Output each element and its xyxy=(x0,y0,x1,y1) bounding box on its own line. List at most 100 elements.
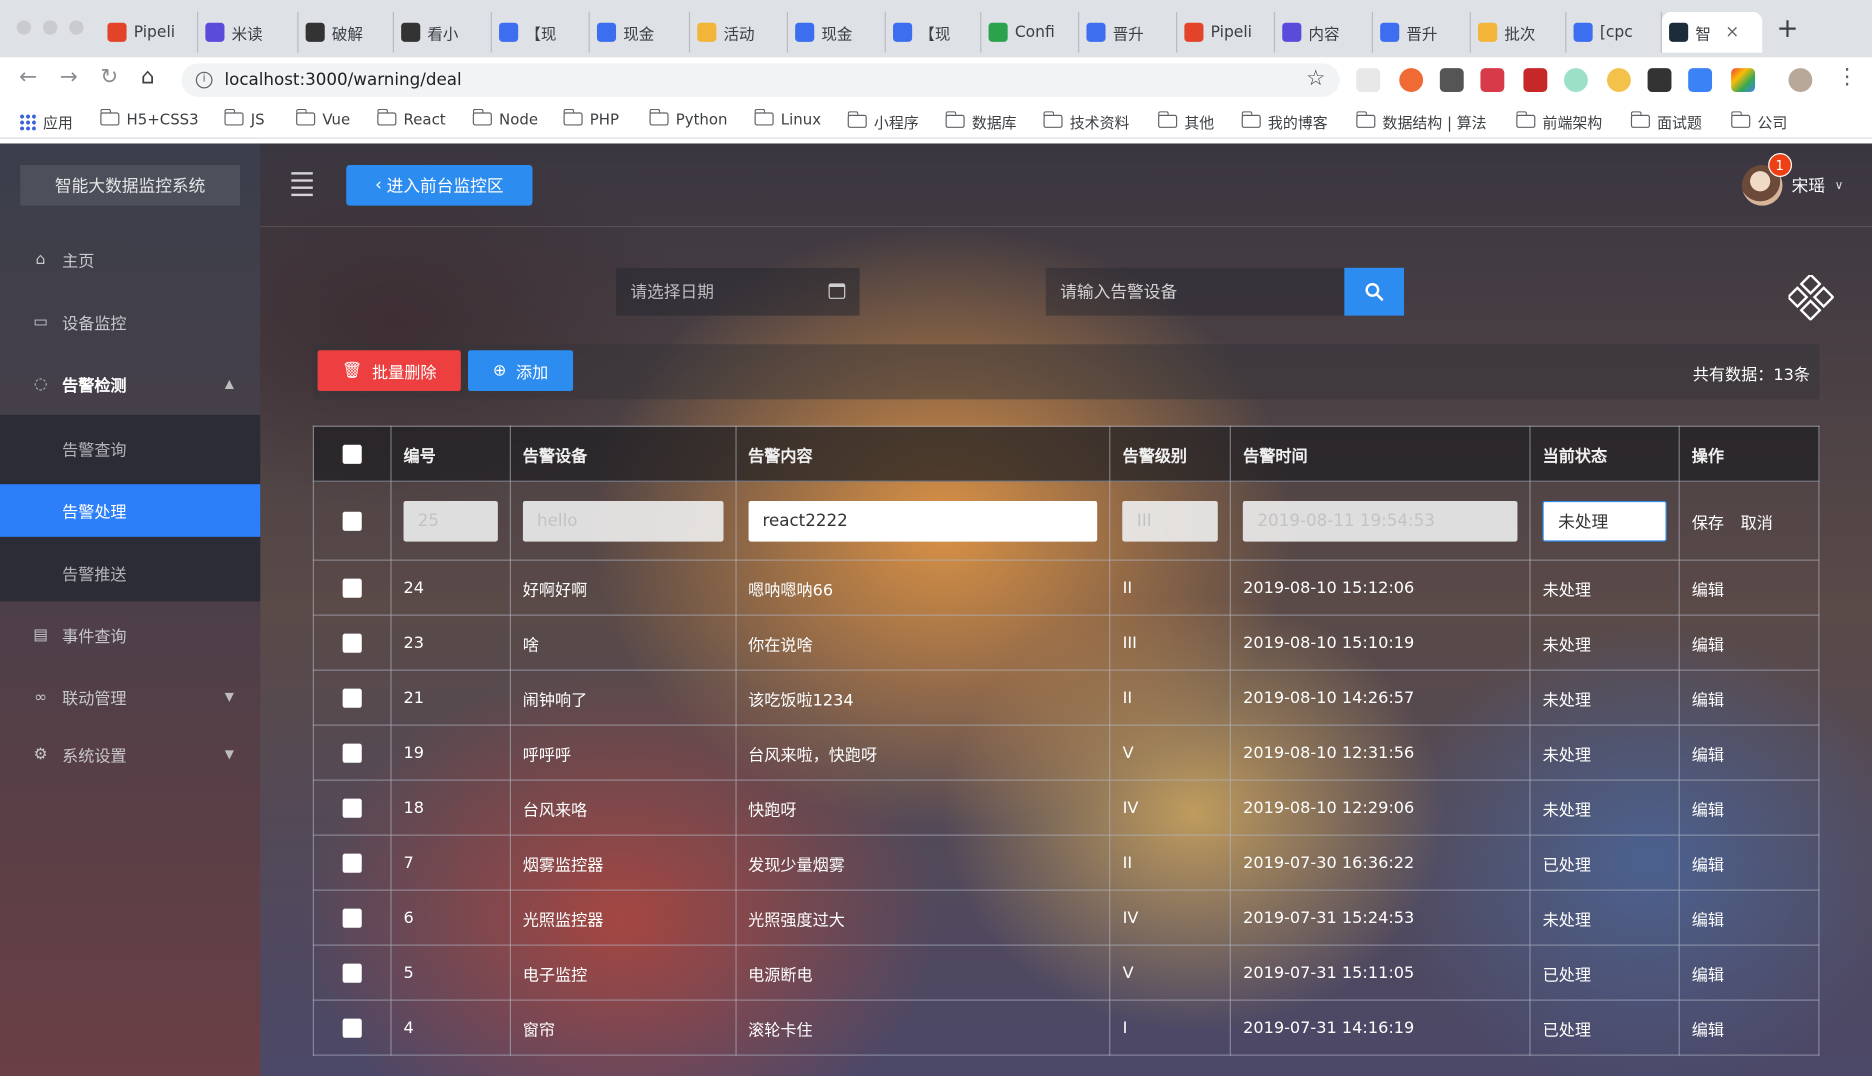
sidebar-item-device-monitor[interactable]: ▭ 设备监控 xyxy=(0,298,260,346)
bookmark-folder[interactable]: 前端架构 xyxy=(1515,110,1602,133)
browser-tab[interactable]: Pipeli xyxy=(1177,11,1276,53)
address-bar[interactable]: i localhost:3000/warning/deal xyxy=(181,63,1340,97)
browser-tab[interactable]: 现金 xyxy=(590,11,691,53)
home-page-icon[interactable]: ⌂ xyxy=(141,65,155,90)
menu-toggle-icon[interactable] xyxy=(291,172,313,197)
browser-tab[interactable]: 内容 xyxy=(1275,11,1373,53)
extension-icon[interactable] xyxy=(1356,68,1381,93)
avatar[interactable]: 1 xyxy=(1741,153,1792,206)
edit-link[interactable]: 编辑 xyxy=(1692,1020,1724,1039)
bookmark-folder[interactable]: 数据库 xyxy=(944,110,1017,133)
profile-avatar-icon[interactable] xyxy=(1788,68,1813,93)
new-tab-button[interactable]: + xyxy=(1777,14,1799,44)
enter-front-monitor-button[interactable]: ‹ 进入前台监控区 xyxy=(346,164,533,206)
bookmark-folder[interactable]: 其他 xyxy=(1157,110,1214,133)
bookmark-folder[interactable]: 技术资料 xyxy=(1042,110,1129,133)
sidebar-subitem-alarm-handle[interactable]: 告警处理 xyxy=(0,484,261,537)
device-search-input[interactable]: 请输入告警设备 xyxy=(1045,267,1345,316)
browser-tab[interactable]: Pipeli xyxy=(100,11,199,53)
edit-link[interactable]: 编辑 xyxy=(1692,910,1724,929)
row-checkbox[interactable] xyxy=(342,688,362,708)
sidebar-subitem-alarm-push[interactable]: 告警推送 xyxy=(0,546,260,599)
close-tab-icon[interactable]: × xyxy=(1725,23,1739,42)
extension-icon[interactable] xyxy=(1564,68,1588,93)
browser-tab[interactable]: [cpc xyxy=(1566,11,1662,53)
bookmark-folder[interactable]: H5+CSS3 xyxy=(99,108,199,128)
bookmark-folder[interactable]: React xyxy=(376,108,446,128)
browser-tab[interactable]: 【现 xyxy=(492,11,590,53)
browser-tab[interactable]: 看小 xyxy=(394,11,492,53)
sidebar-item-linkage[interactable]: ∞ 联动管理 ▼ xyxy=(0,673,260,721)
bookmark-folder[interactable]: 我的博客 xyxy=(1241,110,1328,133)
sidebar-item-alarm-detection[interactable]: ◌ 告警检测 ▲ xyxy=(0,360,260,408)
add-button[interactable]: ⊕ 添加 xyxy=(468,350,574,391)
browser-menu-icon[interactable]: ⋮ xyxy=(1836,65,1857,90)
extension-icon[interactable] xyxy=(1688,68,1713,93)
edit-link[interactable]: 编辑 xyxy=(1692,635,1724,654)
cancel-link[interactable]: 取消 xyxy=(1741,514,1773,533)
bookmark-folder[interactable]: Linux xyxy=(753,108,821,128)
forward-arrow-icon[interactable]: → xyxy=(60,65,78,90)
bookmark-folder[interactable]: Vue xyxy=(295,108,350,128)
row-checkbox[interactable] xyxy=(342,1018,362,1038)
row-checkbox[interactable] xyxy=(342,511,362,531)
row-checkbox[interactable] xyxy=(342,963,362,983)
window-close-dot[interactable] xyxy=(16,20,32,35)
bookmark-folder[interactable]: PHP xyxy=(562,108,619,128)
bookmark-folder[interactable]: JS xyxy=(223,108,265,128)
row-checkbox[interactable] xyxy=(342,908,362,928)
row-checkbox[interactable] xyxy=(342,633,362,653)
extension-icon[interactable] xyxy=(1399,68,1424,93)
row-checkbox[interactable] xyxy=(342,578,362,598)
extension-icon[interactable] xyxy=(1523,68,1548,93)
edit-link[interactable]: 编辑 xyxy=(1692,965,1724,984)
bookmark-folder[interactable]: 面试题 xyxy=(1630,110,1702,133)
save-link[interactable]: 保存 xyxy=(1692,514,1724,533)
sidebar-item-home[interactable]: ⌂ 主页 xyxy=(0,236,260,284)
edit-link[interactable]: 编辑 xyxy=(1692,855,1724,874)
row-checkbox[interactable] xyxy=(342,853,362,873)
bookmark-folder[interactable]: 数据结构 | 算法 xyxy=(1355,110,1487,133)
sidebar-item-settings[interactable]: ⚙ 系统设置 ▼ xyxy=(0,731,260,779)
browser-tab[interactable]: 破解 xyxy=(298,11,394,53)
edit-link[interactable]: 编辑 xyxy=(1692,690,1724,709)
status-select[interactable]: 未处理 xyxy=(1542,500,1667,542)
user-menu[interactable]: 1 宋瑶 ∨ xyxy=(1741,153,1843,206)
sidebar-subitem-alarm-query[interactable]: 告警查询 xyxy=(0,422,260,475)
edit-link[interactable]: 编辑 xyxy=(1692,580,1724,599)
bookmark-folder[interactable]: Node xyxy=(472,108,538,128)
date-picker-input[interactable]: 请选择日期 xyxy=(616,267,860,316)
batch-delete-button[interactable]: 🗑 批量删除 xyxy=(317,350,461,391)
reload-icon[interactable]: ↻ xyxy=(100,65,118,90)
browser-tab[interactable]: 活动 xyxy=(690,11,788,53)
content-input[interactable]: react2222 xyxy=(748,500,1098,542)
browser-tab[interactable]: 【现 xyxy=(886,11,982,53)
search-button[interactable] xyxy=(1344,267,1405,316)
row-checkbox[interactable] xyxy=(342,798,362,818)
extension-icon[interactable] xyxy=(1439,68,1464,93)
browser-tab[interactable]: 批次 xyxy=(1471,11,1567,53)
extension-icon[interactable] xyxy=(1606,68,1631,93)
edit-link[interactable]: 编辑 xyxy=(1692,745,1724,764)
bookmark-folder[interactable]: Python xyxy=(648,108,727,128)
row-checkbox[interactable] xyxy=(342,743,362,763)
edit-link[interactable]: 编辑 xyxy=(1692,800,1724,819)
bookmark-apps[interactable]: 应用 xyxy=(19,110,73,133)
select-all-checkbox[interactable] xyxy=(342,444,362,464)
browser-tab[interactable]: 晋升 xyxy=(1079,11,1178,53)
back-arrow-icon[interactable]: ← xyxy=(19,65,37,90)
browser-tab[interactable]: 晋升 xyxy=(1373,11,1471,53)
diamond-grid-icon[interactable] xyxy=(1788,274,1834,321)
window-zoom-dot[interactable] xyxy=(69,20,84,35)
browser-tab[interactable]: 智 × xyxy=(1661,11,1763,53)
browser-tab[interactable]: Confi xyxy=(981,11,1080,53)
extension-icon[interactable] xyxy=(1480,68,1505,93)
window-minimize-dot[interactable] xyxy=(42,20,58,35)
browser-tab[interactable]: 米读 xyxy=(198,11,299,53)
extension-icon[interactable] xyxy=(1647,68,1672,93)
site-info-icon[interactable]: i xyxy=(195,71,213,89)
bookmark-star-icon[interactable]: ☆ xyxy=(1306,66,1325,91)
bookmark-folder[interactable]: 公司 xyxy=(1730,110,1787,133)
browser-tab[interactable]: 现金 xyxy=(788,11,886,53)
bookmark-folder[interactable]: 小程序 xyxy=(847,110,919,133)
